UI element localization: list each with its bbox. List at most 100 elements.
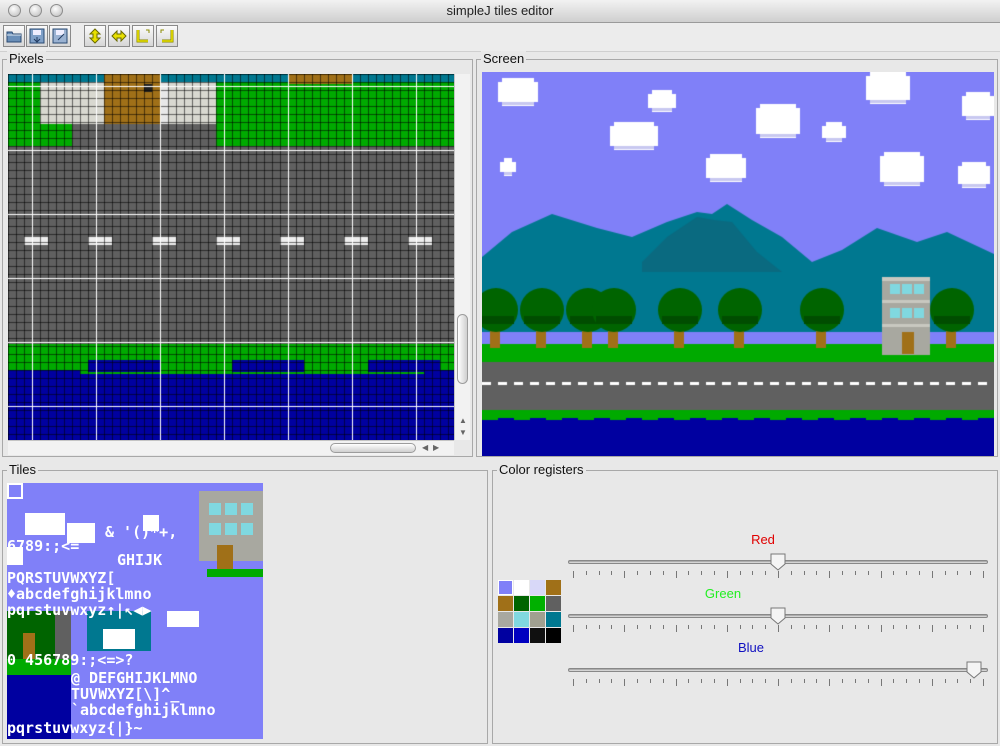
slider-tick — [970, 571, 972, 575]
color-register-swatch[interactable] — [498, 596, 513, 611]
color-register-swatch[interactable] — [514, 596, 529, 611]
slider-tick — [637, 625, 639, 629]
tiles-panel: Tiles & '()*+, 6789:;<= GHIJK PQRSTUVWXYZ[♦… — [2, 462, 488, 744]
slider-tick — [611, 571, 613, 575]
slider-tick — [778, 571, 779, 578]
scroll-down-arrow[interactable]: ▼ — [459, 428, 467, 438]
slider-tick — [624, 571, 626, 578]
color-register-swatch[interactable] — [546, 628, 561, 643]
slider-tick — [970, 679, 972, 683]
save-as-icon — [52, 28, 68, 44]
slider-tick — [688, 679, 690, 683]
slider-tick — [649, 679, 651, 683]
tile-glyph-row: `abcdefghijklmno — [71, 701, 216, 719]
rotate-right-icon — [160, 29, 174, 43]
open-button[interactable] — [3, 25, 25, 47]
color-register-swatch[interactable] — [546, 580, 561, 595]
red-slider-ticks — [573, 571, 984, 578]
toolbar — [0, 23, 1000, 52]
color-register-swatch[interactable] — [514, 580, 529, 595]
red-slider-label: Red — [751, 532, 775, 547]
scroll-left-arrow[interactable]: ◀ — [422, 443, 428, 453]
slider-tick — [893, 679, 895, 683]
slider-tick — [842, 679, 844, 683]
blue-slider-label: Blue — [737, 640, 765, 655]
slider-tick — [983, 571, 984, 578]
scroll-up-arrow[interactable]: ▲ — [459, 416, 467, 426]
slider-tick — [931, 571, 933, 578]
rotate-right-button[interactable] — [156, 25, 178, 47]
window-tile — [241, 523, 253, 535]
window-title: simpleJ tiles editor — [446, 3, 554, 18]
tile-set-grid[interactable]: & '()*+,6789:;<=GHIJKPQRSTUVWXYZ[♦abcdef… — [7, 483, 263, 739]
color-register-swatch[interactable] — [546, 596, 561, 611]
rotate-left-button[interactable] — [132, 25, 154, 47]
pixels-horizontal-scroll-thumb[interactable] — [330, 443, 416, 453]
slider-tick — [893, 571, 895, 575]
slider-tick — [573, 625, 574, 632]
slider-tick — [598, 571, 600, 575]
slider-tick — [957, 625, 959, 629]
blue-slider-thumb[interactable] — [966, 661, 982, 679]
color-register-swatch[interactable] — [546, 612, 561, 627]
pixels-vertical-scrollbar[interactable]: ▲ ▼ — [454, 74, 470, 440]
tile-glyph-row: GHIJK — [117, 551, 162, 569]
slider-tick — [765, 679, 767, 683]
slider-tick — [726, 679, 728, 686]
save-as-button[interactable] — [49, 25, 71, 47]
color-register-swatch[interactable] — [498, 580, 513, 595]
slider-tick — [816, 571, 818, 575]
color-register-swatch[interactable] — [530, 628, 545, 643]
slider-tick — [611, 679, 613, 683]
scroll-right-arrow[interactable]: ▶ — [433, 443, 439, 453]
flip-horizontal-icon — [111, 29, 127, 43]
color-register-swatch[interactable] — [514, 628, 529, 643]
flip-vertical-button[interactable] — [84, 25, 106, 47]
color-register-swatch[interactable] — [530, 596, 545, 611]
pixels-panel-label: Pixels — [7, 51, 46, 67]
save-icon — [29, 28, 45, 44]
slider-tick — [598, 679, 600, 683]
slider-tick — [970, 625, 972, 629]
green-slider-label: Green — [704, 586, 742, 601]
door-tile — [217, 545, 233, 569]
slider-tick — [816, 625, 818, 629]
slider-tick — [649, 571, 651, 575]
slider-tick — [624, 625, 626, 632]
color-registers-panel-label: Color registers — [497, 462, 586, 478]
slider-tick — [778, 679, 779, 686]
slider-tick — [765, 571, 767, 575]
save-button[interactable] — [26, 25, 48, 47]
slider-tick — [739, 571, 741, 575]
slider-tick — [585, 571, 587, 575]
blue-slider-track[interactable] — [568, 668, 988, 672]
color-register-swatch[interactable] — [530, 580, 545, 595]
pixel-editor-grid[interactable] — [8, 74, 454, 440]
pixels-vertical-scroll-thumb[interactable] — [457, 314, 468, 384]
slider-tick — [585, 679, 587, 683]
screen-preview[interactable] — [482, 72, 994, 456]
slider-tick — [957, 679, 959, 683]
green-slider-thumb[interactable] — [770, 607, 786, 625]
slider-tick — [829, 571, 831, 578]
slider-tick — [739, 625, 741, 629]
flip-horizontal-button[interactable] — [108, 25, 130, 47]
red-slider-thumb[interactable] — [770, 553, 786, 571]
title-bar: simpleJ tiles editor — [0, 0, 1000, 23]
slider-tick — [649, 625, 651, 629]
slider-tick — [803, 571, 805, 575]
color-register-swatch[interactable] — [498, 612, 513, 627]
color-register-swatch[interactable] — [530, 612, 545, 627]
slider-tick — [701, 625, 703, 629]
slider-tick — [854, 679, 856, 683]
slider-tick — [983, 625, 984, 632]
color-register-swatch[interactable] — [498, 628, 513, 643]
screen-panel-label: Screen — [481, 51, 527, 67]
pixels-horizontal-scrollbar[interactable]: ◀ ▶ — [8, 440, 454, 455]
color-register-swatch[interactable] — [514, 612, 529, 627]
slider-tick — [688, 625, 690, 629]
slider-tick — [880, 571, 882, 578]
slider-tick — [752, 679, 754, 683]
slider-tick — [893, 625, 895, 629]
slider-tick — [790, 679, 792, 683]
